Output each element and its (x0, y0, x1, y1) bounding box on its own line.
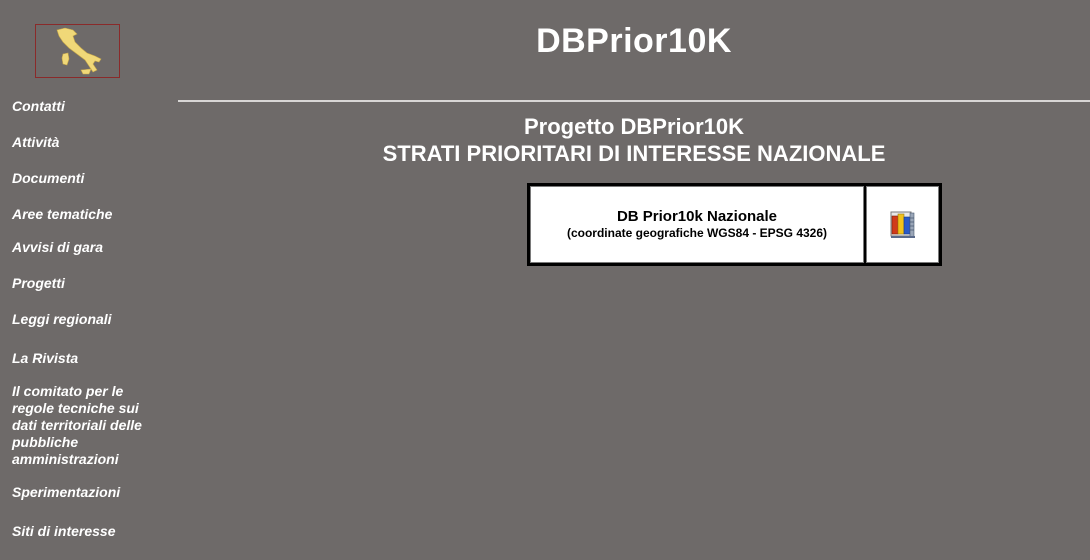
project-title-line2: STRATI PRIORITARI DI INTERESSE NAZIONALE (382, 141, 886, 166)
sidebar-item-leggi-regionali[interactable]: Leggi regionali (12, 311, 112, 328)
sidebar-item-attivita[interactable]: Attività (12, 134, 59, 151)
download-label-cell: DB Prior10k Nazionale (coordinate geogra… (530, 186, 864, 263)
sidebar-item-documenti[interactable]: Documenti (12, 170, 84, 187)
download-subtitle: (coordinate geografiche WGS84 - EPSG 432… (566, 226, 828, 240)
sidebar-item-comitato[interactable]: Il comitato per le regole tecniche sui d… (12, 383, 147, 468)
sidebar-item-aree-tematiche[interactable]: Aree tematiche (12, 206, 112, 223)
project-title: Progetto DBPrior10K STRATI PRIORITARI DI… (178, 113, 1090, 167)
logo[interactable] (35, 24, 120, 78)
site-title: DBPrior10K (536, 22, 732, 60)
sidebar-item-avvisi-di-gara[interactable]: Avvisi di gara (12, 239, 103, 256)
italy-map-icon (56, 27, 101, 75)
sidebar-item-la-rivista[interactable]: La Rivista (12, 350, 78, 367)
header-divider (178, 100, 1090, 102)
download-table: DB Prior10k Nazionale (coordinate geogra… (527, 183, 942, 266)
sidebar-item-sperimentazioni[interactable]: Sperimentazioni (12, 484, 120, 501)
page: Contatti Attività Documenti Aree tematic… (0, 0, 1090, 560)
project-title-line1: Progetto DBPrior10K (523, 114, 745, 139)
zip-archive-icon[interactable] (886, 208, 920, 242)
download-link[interactable] (866, 186, 939, 263)
download-name: DB Prior10k Nazionale (616, 208, 778, 225)
sidebar-item-siti-di-interesse[interactable]: Siti di interesse (12, 523, 115, 540)
sidebar-item-progetti[interactable]: Progetti (12, 275, 65, 292)
sidebar-item-contatti[interactable]: Contatti (12, 98, 65, 115)
